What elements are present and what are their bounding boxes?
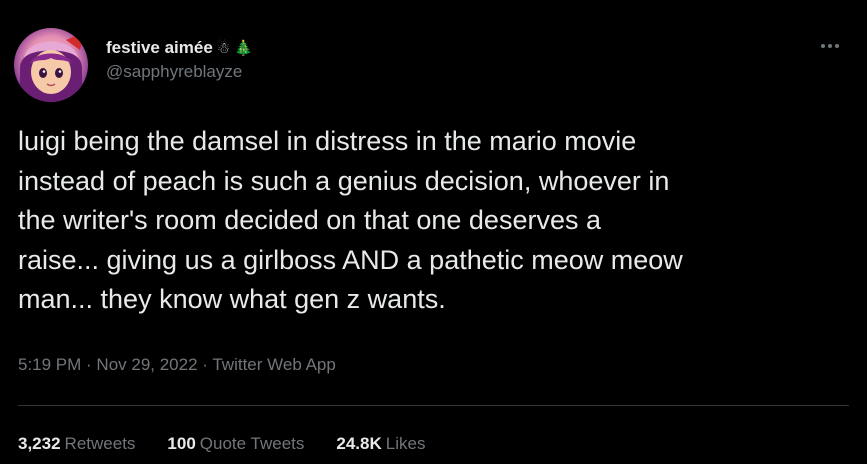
christmas-tree-icon: 🎄: [234, 38, 253, 57]
more-dot: [835, 44, 839, 48]
more-dot: [821, 44, 825, 48]
quote-tweets-count: 100: [167, 434, 196, 453]
quote-tweets-stat[interactable]: 100 Quote Tweets: [167, 434, 304, 454]
retweets-count: 3,232: [18, 434, 61, 453]
snowman-icon: ☃: [216, 38, 231, 57]
quote-tweets-label: Quote Tweets: [199, 434, 305, 453]
user-handle[interactable]: @sapphyreblayze: [106, 62, 253, 82]
likes-stat[interactable]: 24.8K Likes: [336, 434, 425, 454]
tweet-text: luigi being the damsel in distress in th…: [18, 126, 683, 314]
anime-avatar-icon: [20, 29, 87, 102]
likes-label: Likes: [385, 434, 426, 453]
likes-count: 24.8K: [336, 434, 382, 453]
retweets-label: Retweets: [64, 434, 136, 453]
tweet-timestamp[interactable]: 5:19 PM · Nov 29, 2022 · Twitter Web App: [18, 355, 336, 375]
avatar-eye-left: [39, 68, 47, 78]
tweet-card: festive aimée ☃ 🎄 @sapphyreblayze luigi …: [0, 0, 867, 464]
avatar[interactable]: [14, 28, 88, 102]
retweets-stat[interactable]: 3,232 Retweets: [18, 434, 135, 454]
more-options-icon[interactable]: [815, 38, 845, 54]
tweet-header: festive aimée ☃ 🎄 @sapphyreblayze: [106, 36, 253, 82]
avatar-eye-right: [55, 68, 63, 78]
more-dot: [828, 44, 832, 48]
display-name[interactable]: festive aimée: [106, 38, 213, 58]
tweet-stats: 3,232 Retweets 100 Quote Tweets 24.8K Likes: [18, 434, 425, 454]
divider: [18, 405, 849, 406]
display-name-row: festive aimée ☃ 🎄: [106, 36, 253, 60]
